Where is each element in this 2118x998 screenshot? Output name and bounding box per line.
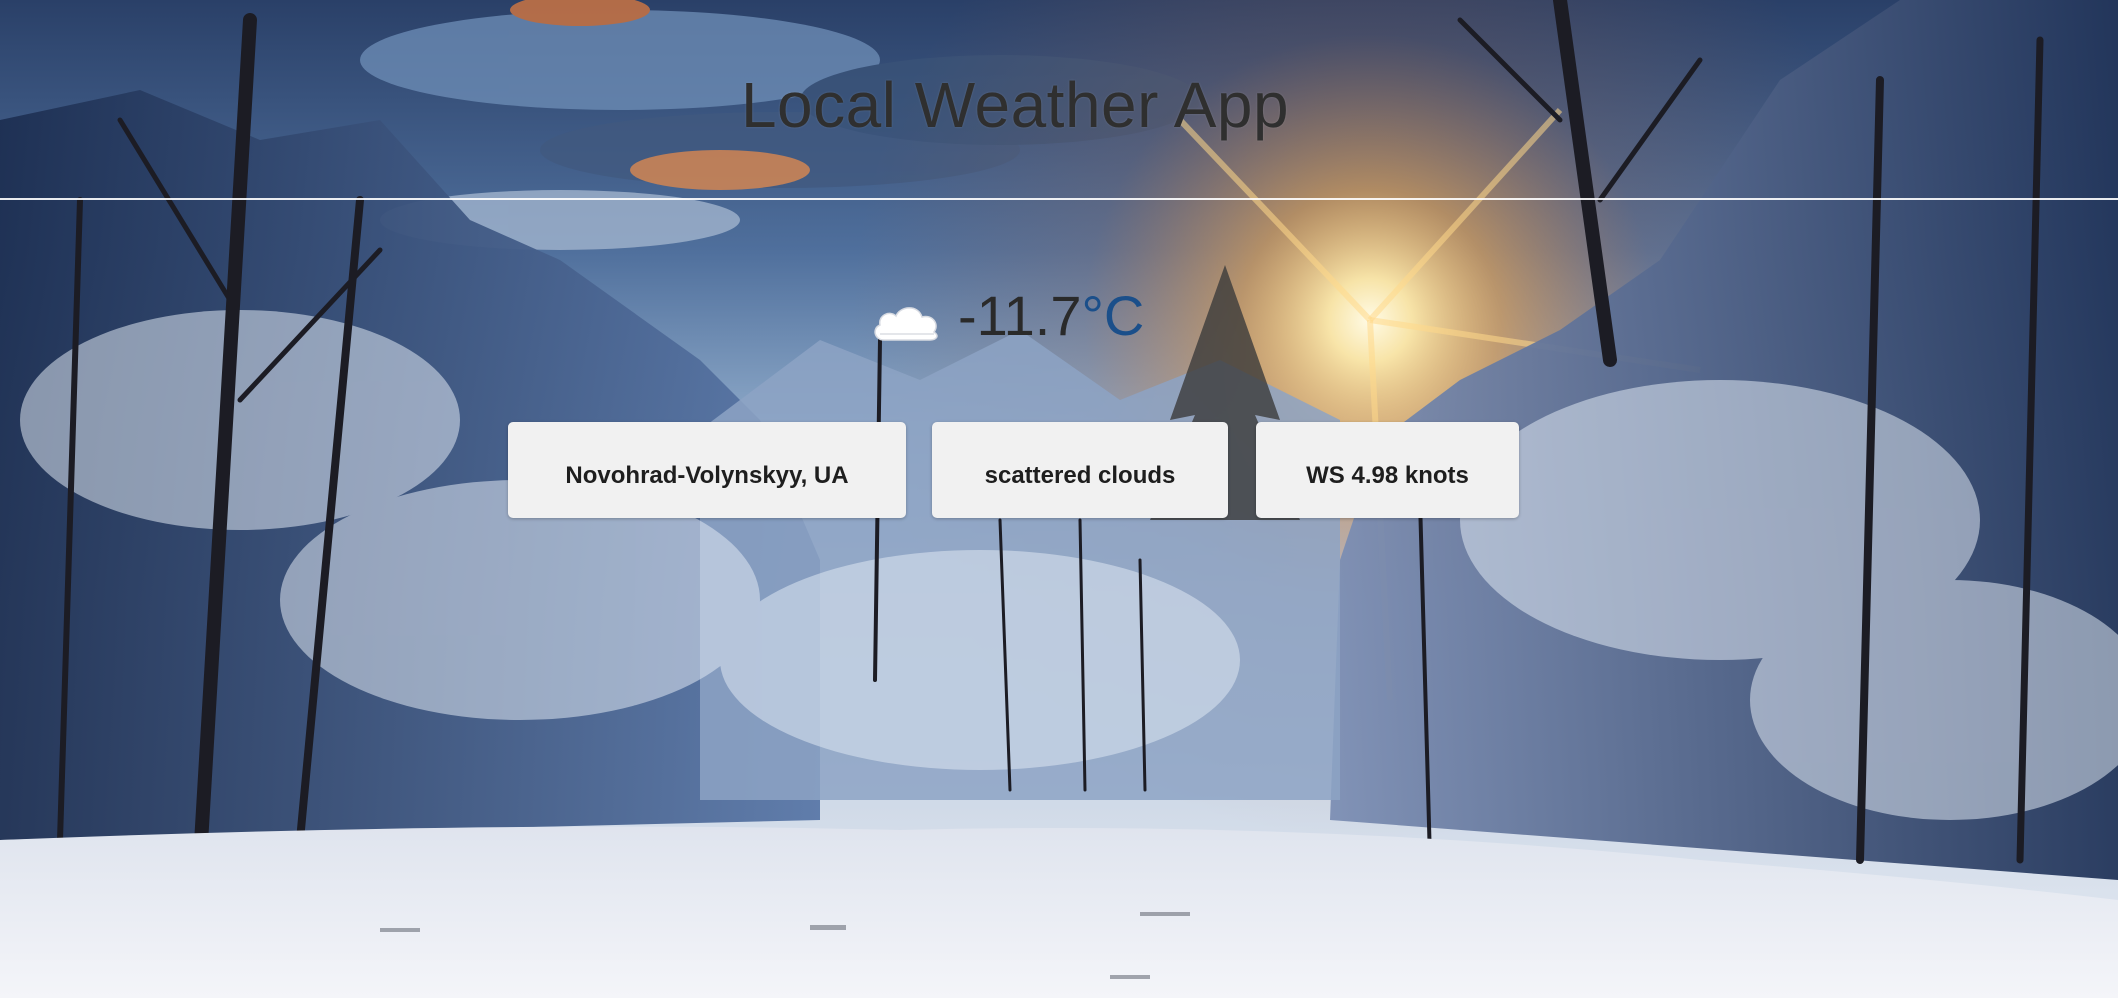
temperature-unit-toggle[interactable]: °C (1081, 283, 1144, 348)
wind-speed-card: WS 4.98 knots (1256, 422, 1519, 518)
temperature-value: -11.7 (958, 283, 1082, 347)
location-card: Novohrad-Volynskyy, UA (508, 422, 906, 518)
cloud-icon (874, 307, 938, 341)
weather-description-card: scattered clouds (932, 422, 1228, 518)
page-title: Local Weather App (740, 69, 1290, 141)
header-divider (0, 198, 2118, 200)
weather-page: Local Weather App -11.7 °C Novohrad-Voly… (0, 0, 2118, 998)
temperature-display: -11.7 °C (870, 280, 1144, 350)
